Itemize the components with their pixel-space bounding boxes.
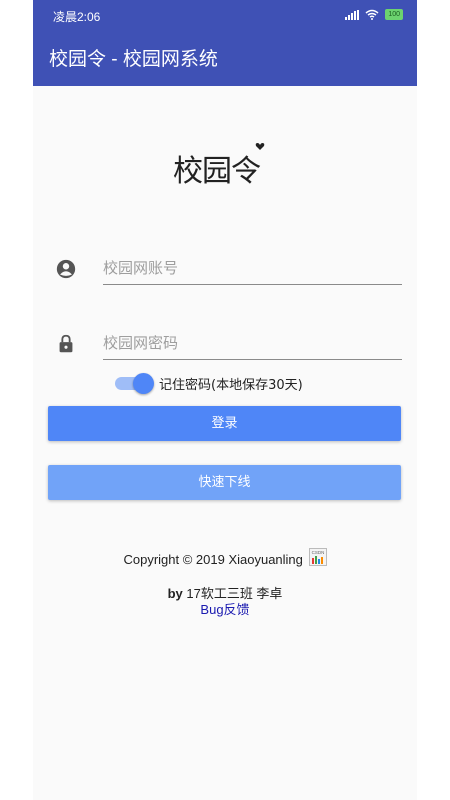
app-title: 校园令 - 校园网系统 <box>49 49 218 70</box>
phone-screen: 凌晨2:06 100 校园令 - 校园网系统 校园令 校园网账号 记住密码(本地… <box>33 0 417 800</box>
switch-thumb <box>133 373 154 394</box>
login-button[interactable]: 登录 <box>48 406 401 441</box>
password-field <box>33 327 417 377</box>
wifi-icon <box>365 9 379 20</box>
status-icons: 100 <box>345 9 403 20</box>
status-time: 凌晨2:06 <box>53 10 101 24</box>
lock-icon <box>59 334 73 353</box>
copyright-line: Copyright © 2019 Xiaoyuanling CSDN <box>33 548 417 567</box>
csdn-badge-text: CSDN <box>311 550 324 555</box>
password-input[interactable] <box>103 327 402 360</box>
app-logo: 校园令 <box>173 138 273 189</box>
remember-password-switch[interactable] <box>115 373 155 394</box>
heart-icon <box>255 143 265 150</box>
logo-text: 校园令 <box>173 154 261 189</box>
copyright-text: Copyright © 2019 Xiaoyuanling <box>123 552 303 567</box>
signal-icon <box>345 9 360 20</box>
csdn-badge-icon: CSDN <box>308 548 327 566</box>
battery-icon: 100 <box>385 9 403 20</box>
bug-report-link[interactable]: Bug反馈 <box>33 599 417 618</box>
account-field <box>33 252 417 302</box>
quick-offline-button[interactable]: 快速下线 <box>48 465 401 500</box>
account-input[interactable] <box>103 252 402 285</box>
remember-password-label: 记住密码(本地保存30天) <box>159 377 303 393</box>
status-bar: 凌晨2:06 100 <box>33 0 417 30</box>
account-circle-icon <box>56 259 76 279</box>
remember-password-row: 记住密码(本地保存30天) <box>115 373 303 394</box>
app-bar: 校园令 - 校园网系统 <box>33 30 417 86</box>
